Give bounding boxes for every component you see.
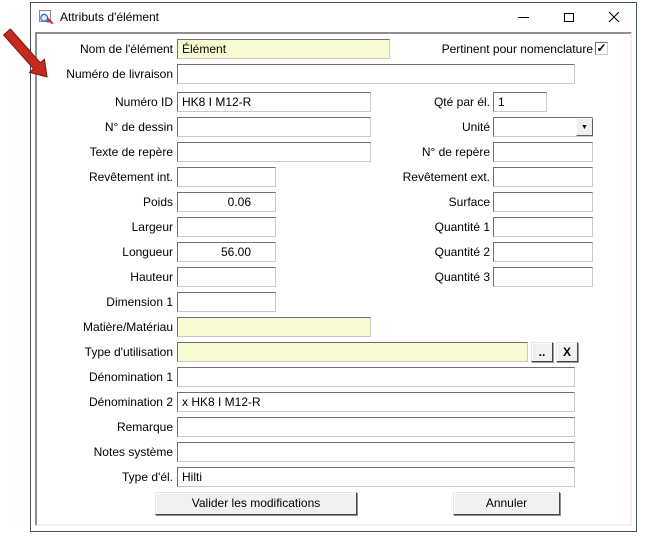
revetement-ext-input[interactable] [493,167,593,187]
qte-par-el-input[interactable] [493,92,547,112]
hauteur-label: Hauteur [130,270,173,284]
denomination1-input[interactable] [177,367,575,387]
row-type-utilisation: Type d'utilisation .. X [37,342,630,362]
largeur-input[interactable] [177,217,276,237]
row-dimension1: Dimension 1 [37,292,630,312]
window-icon [39,10,54,25]
row-largeur: Largeur Quantité 1 [37,217,630,237]
validate-button[interactable]: Valider les modifications [155,492,357,515]
longueur-input[interactable] [177,242,276,262]
matiere-input[interactable] [177,317,371,337]
n-repere-input[interactable] [493,142,593,162]
red-arrow-annotation [2,28,48,78]
checkmark-icon: ✓ [596,41,607,55]
row-revetement: Revêtement int. Revêtement ext. [37,167,630,187]
row-type-el: Type d'él. [37,467,630,487]
pertinent-checkbox[interactable]: ✓ [595,42,608,55]
revetement-int-label: Revêtement int. [88,170,173,184]
type-utilisation-label: Type d'utilisation [84,345,173,359]
matiere-label: Matière/Matériau [82,320,173,334]
unite-label: Unité [461,120,490,134]
row-numero-id: Numéro ID Qté par él. [37,92,630,112]
row-notes-systeme: Notes système [37,442,630,462]
quantite3-label: Quantité 3 [434,270,490,284]
chevron-down-icon: ▼ [581,123,588,131]
row-denomination2: Dénomination 2 [37,392,630,412]
form-panel: Nom de l'élément Pertinent pour nomencla… [35,32,632,526]
type-utilisation-browse-button[interactable]: .. [531,342,553,362]
remarque-label: Remarque [116,420,173,434]
type-utilisation-clear-button[interactable]: X [556,342,578,362]
maximize-icon [563,12,574,22]
notes-systeme-label: Notes système [93,445,173,459]
denomination2-input[interactable] [177,392,575,412]
row-buttons: Valider les modifications Annuler [37,492,630,515]
livraison-input[interactable] [177,64,575,84]
maximize-button[interactable] [546,3,591,31]
dessin-input[interactable] [177,117,371,137]
remarque-input[interactable] [177,417,575,437]
numero-id-input[interactable] [177,92,371,112]
surface-label: Surface [448,195,490,209]
qte-par-el-label: Qté par él. [433,95,490,109]
row-matiere: Matière/Matériau [37,317,630,337]
row-hauteur: Hauteur Quantité 3 [37,267,630,287]
row-livraison: Numéro de livraison [37,64,630,84]
denomination2-label: Dénomination 2 [88,395,173,409]
quantite2-label: Quantité 2 [434,245,490,259]
close-button[interactable] [591,3,636,31]
row-nom: Nom de l'élément Pertinent pour nomencla… [37,39,630,59]
row-poids: Poids Surface [37,192,630,212]
type-el-input[interactable] [177,467,575,487]
titlebar[interactable]: Attributs d'élément [31,3,636,31]
denomination1-label: Dénomination 1 [88,370,173,384]
row-texte-repere: Texte de repère N° de repère [37,142,630,162]
row-longueur: Longueur Quantité 2 [37,242,630,262]
longueur-label: Longueur [122,245,173,259]
element-attributes-dialog: Attributs d'élément Nom de l'élément Per… [30,2,637,532]
type-utilisation-input[interactable] [177,342,528,362]
minimize-button[interactable] [501,3,546,31]
unite-dropdown-button[interactable]: ▼ [576,118,593,136]
revetement-int-input[interactable] [177,167,276,187]
cancel-button[interactable]: Annuler [453,492,560,515]
surface-input[interactable] [493,192,593,212]
numero-id-label: Numéro ID [114,95,173,109]
revetement-ext-label: Revêtement ext. [402,170,490,184]
dimension1-label: Dimension 1 [106,295,173,309]
poids-input[interactable] [177,192,276,212]
dessin-label: N° de dessin [104,120,173,134]
pertinent-label: Pertinent pour nomenclature [441,42,593,56]
row-dessin: N° de dessin Unité ▼ [37,117,630,137]
n-repere-label: N° de repère [421,145,490,159]
minimize-icon [518,16,529,18]
window-title: Attributs d'élément [60,10,160,24]
notes-systeme-input[interactable] [177,442,575,462]
quantite3-input[interactable] [493,267,593,287]
hauteur-input[interactable] [177,267,276,287]
texte-repere-label: Texte de repère [89,145,173,159]
largeur-label: Largeur [131,220,173,234]
row-remarque: Remarque [37,417,630,437]
dimension1-input[interactable] [177,292,276,312]
quantite1-label: Quantité 1 [434,220,490,234]
row-denomination1: Dénomination 1 [37,367,630,387]
type-el-label: Type d'él. [122,470,173,484]
poids-label: Poids [142,195,173,209]
quantite1-input[interactable] [493,217,593,237]
close-icon [608,11,619,23]
quantite2-input[interactable] [493,242,593,262]
texte-repere-input[interactable] [177,142,371,162]
